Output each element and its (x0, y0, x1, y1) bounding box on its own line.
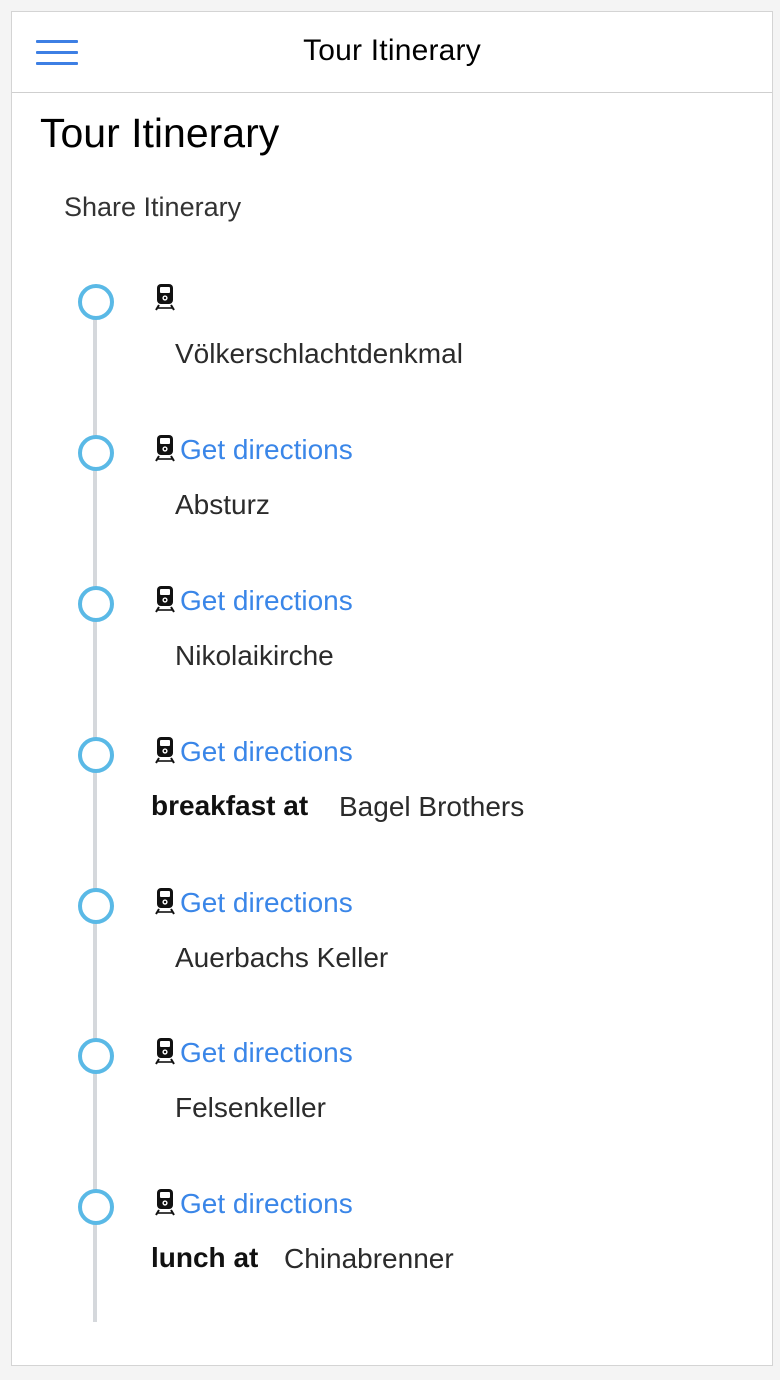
get-directions-link[interactable]: Get directions (180, 434, 353, 466)
train-icon (155, 1189, 175, 1216)
get-directions-link[interactable]: Get directions (180, 585, 353, 617)
get-directions-link[interactable]: Get directions (180, 736, 353, 768)
stop-name: Völkerschlachtdenkmal (175, 338, 463, 369)
get-directions-link[interactable]: Get directions (180, 1037, 353, 1069)
timeline-marker (78, 284, 114, 320)
share-itinerary-button[interactable]: Share Itinerary (64, 192, 241, 223)
timeline-stop: Völkerschlachtdenkmal (12, 284, 772, 424)
timeline-stop: Get directions breakfast at Bagel Brothe… (12, 736, 772, 877)
stop-name: Bagel Brothers (339, 791, 525, 822)
timeline-stop: Get directions lunch at Chinabrenner (12, 1188, 772, 1329)
train-icon (155, 586, 175, 613)
timeline-marker (78, 888, 114, 924)
train-icon (155, 284, 175, 311)
timeline-stop: Get directions Auerbachs Keller (12, 887, 772, 1028)
meal-prefix-label: lunch at (151, 1242, 259, 1273)
train-icon (155, 737, 175, 764)
timeline-marker (78, 586, 114, 622)
get-directions-link[interactable]: Get directions (180, 887, 353, 919)
app-frame: Tour Itinerary Tour Itinerary Share Itin… (11, 11, 773, 1366)
stop-name: Absturz (175, 489, 270, 520)
timeline-stop: Get directions Felsenkeller (12, 1037, 772, 1178)
stop-name: Nikolaikirche (175, 640, 334, 671)
timeline-marker (78, 435, 114, 471)
top-app-bar: Tour Itinerary (12, 12, 772, 93)
stop-name: Chinabrenner (284, 1243, 454, 1274)
train-icon (155, 435, 175, 462)
timeline-marker (78, 1189, 114, 1225)
train-icon (155, 1038, 175, 1065)
timeline-marker (78, 737, 114, 773)
stop-name: Felsenkeller (175, 1092, 326, 1123)
timeline-marker (78, 1038, 114, 1074)
app-bar-title: Tour Itinerary (303, 34, 481, 67)
meal-prefix-label: breakfast at (151, 790, 309, 821)
page-title: Tour Itinerary (40, 110, 280, 156)
timeline-stop: Get directions Nikolaikirche (12, 585, 772, 726)
stop-name: Auerbachs Keller (175, 942, 389, 973)
train-icon (155, 888, 175, 915)
timeline-stop: Get directions Absturz (12, 434, 772, 575)
get-directions-link[interactable]: Get directions (180, 1188, 353, 1220)
